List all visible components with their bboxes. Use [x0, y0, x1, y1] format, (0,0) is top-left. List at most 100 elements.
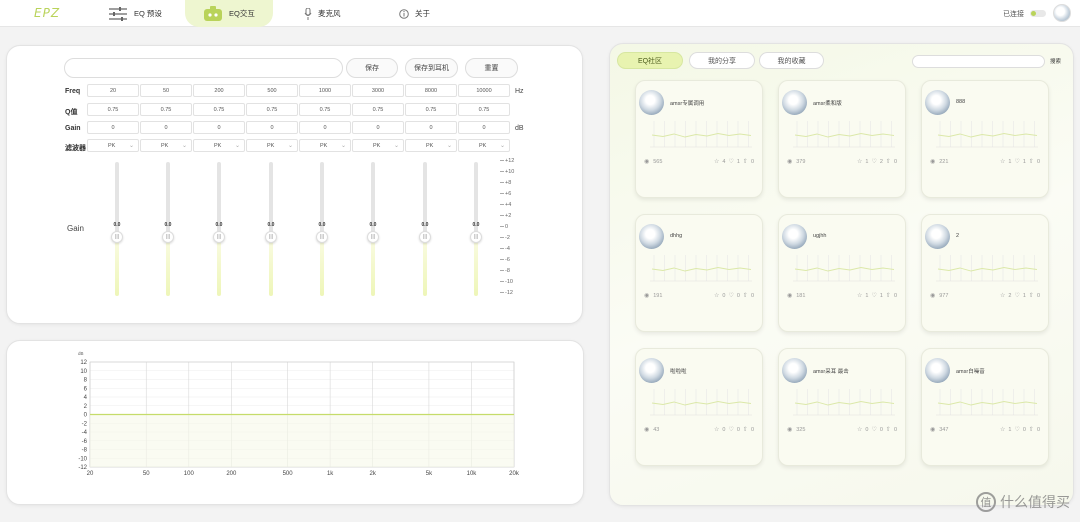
q-cell[interactable]: 0.75	[140, 103, 192, 116]
q-cell[interactable]: 0.75	[458, 103, 510, 116]
star-icon[interactable]: ☆	[714, 158, 719, 165]
gain-cell[interactable]: 0	[87, 121, 139, 134]
gain-cell[interactable]: 0	[246, 121, 298, 134]
star-icon[interactable]: ☆	[1000, 158, 1005, 165]
filter-select[interactable]: PK ⌄	[87, 139, 139, 152]
filter-select[interactable]: PK ⌄	[458, 139, 510, 152]
share-icon[interactable]: ⇧	[886, 426, 891, 433]
reset-button[interactable]: 重置	[465, 58, 518, 78]
gain-cell[interactable]: 0	[193, 121, 245, 134]
filter-select[interactable]: PK ⌄	[405, 139, 457, 152]
share-icon[interactable]: ⇧	[743, 426, 748, 433]
gain-cell[interactable]: 0	[405, 121, 457, 134]
heart-icon[interactable]: ♡	[728, 426, 733, 433]
filter-select[interactable]: PK ⌄	[246, 139, 298, 152]
slider-handle[interactable]: |||	[265, 231, 277, 243]
gain-slider[interactable]: 0.0 |||	[367, 162, 379, 296]
slider-handle[interactable]: |||	[162, 231, 174, 243]
chevron-down-icon: ⌄	[128, 143, 134, 149]
connection-toggle[interactable]	[1030, 10, 1046, 17]
gain-slider[interactable]: 0.0 |||	[111, 162, 123, 296]
slider-handle[interactable]: |||	[316, 231, 328, 243]
tab-my-favorites[interactable]: 我的收藏	[759, 52, 824, 69]
eq-share-card[interactable]: amsr白噪音 ◉ 347 ☆ 1 ♡ 0 ⇧ 0	[921, 348, 1049, 466]
save-to-device-button[interactable]: 保存到耳机	[405, 58, 458, 78]
search-button[interactable]: 搜索	[1050, 57, 1061, 65]
nav-eq-presets[interactable]: EQ 预设	[108, 0, 162, 27]
eq-share-card[interactable]: amsr柔和版 ◉ 379 ☆ 1 ♡ 2 ⇧ 0	[778, 80, 906, 198]
slider-handle[interactable]: |||	[111, 231, 123, 243]
filter-select[interactable]: PK ⌄	[140, 139, 192, 152]
freq-cell[interactable]: 20	[87, 84, 139, 97]
star-icon[interactable]: ☆	[857, 426, 862, 433]
freq-cell[interactable]: 8000	[405, 84, 457, 97]
heart-icon[interactable]: ♡	[1014, 426, 1019, 433]
share-icon[interactable]: ⇧	[886, 292, 891, 299]
nav-about[interactable]: 关于	[399, 0, 430, 27]
gain-slider[interactable]: 0.0 |||	[419, 162, 431, 296]
gain-slider[interactable]: 0.0 |||	[162, 162, 174, 296]
gain-slider[interactable]: 0.0 |||	[213, 162, 225, 296]
slider-handle[interactable]: |||	[419, 231, 431, 243]
heart-icon[interactable]: ♡	[728, 158, 733, 165]
freq-cell[interactable]: 1000	[299, 84, 351, 97]
tab-eq-community[interactable]: EQ社区	[617, 52, 683, 69]
filter-select[interactable]: PK ⌄	[299, 139, 351, 152]
star-icon[interactable]: ☆	[714, 426, 719, 433]
gain-slider[interactable]: 0.0 |||	[265, 162, 277, 296]
search-input[interactable]	[912, 55, 1045, 68]
share-icon[interactable]: ⇧	[1029, 158, 1034, 165]
heart-icon[interactable]: ♡	[1014, 158, 1019, 165]
q-cell[interactable]: 0.75	[193, 103, 245, 116]
q-cell[interactable]: 0.75	[405, 103, 457, 116]
freq-cell[interactable]: 500	[246, 84, 298, 97]
share-icon[interactable]: ⇧	[743, 292, 748, 299]
gain-cell[interactable]: 0	[352, 121, 404, 134]
gain-cell[interactable]: 0	[140, 121, 192, 134]
eq-share-card[interactable]: ugjhh ◉ 181 ☆ 1 ♡ 1 ⇧ 0	[778, 214, 906, 332]
gain-slider[interactable]: 0.0 |||	[316, 162, 328, 296]
star-icon[interactable]: ☆	[714, 292, 719, 299]
heart-icon[interactable]: ♡	[1014, 292, 1019, 299]
tab-my-shares[interactable]: 我的分享	[689, 52, 755, 69]
heart-icon[interactable]: ♡	[728, 292, 733, 299]
star-icon[interactable]: ☆	[857, 158, 862, 165]
q-cell[interactable]: 0.75	[246, 103, 298, 116]
freq-cell[interactable]: 3000	[352, 84, 404, 97]
share-icon[interactable]: ⇧	[1029, 292, 1034, 299]
eq-share-card[interactable]: 2 ◉ 977 ☆ 2 ♡ 1 ⇧ 0	[921, 214, 1049, 332]
nav-microphone[interactable]: 麦克风	[304, 0, 341, 27]
slider-handle[interactable]: |||	[213, 231, 225, 243]
q-cell[interactable]: 0.75	[299, 103, 351, 116]
eq-share-card[interactable]: 888 ◉ 221 ☆ 1 ♡ 1 ⇧ 0	[921, 80, 1049, 198]
freq-cell[interactable]: 10000	[458, 84, 510, 97]
heart-icon[interactable]: ♡	[871, 292, 876, 299]
filter-select[interactable]: PK ⌄	[352, 139, 404, 152]
save-button[interactable]: 保存	[346, 58, 398, 78]
nav-eq-interact[interactable]: EQ交互	[185, 0, 273, 27]
eq-share-card[interactable]: dhhg ◉ 191 ☆ 0 ♡ 0 ⇧ 0	[635, 214, 763, 332]
heart-icon[interactable]: ♡	[871, 158, 876, 165]
filter-select[interactable]: PK ⌄	[193, 139, 245, 152]
share-icon[interactable]: ⇧	[743, 158, 748, 165]
freq-cell[interactable]: 200	[193, 84, 245, 97]
eq-share-card[interactable]: amsr采耳 最击 ◉ 325 ☆ 0 ♡ 0 ⇧ 0	[778, 348, 906, 466]
gain-cell[interactable]: 0	[299, 121, 351, 134]
star-icon[interactable]: ☆	[1000, 426, 1005, 433]
star-icon[interactable]: ☆	[857, 292, 862, 299]
eq-share-card[interactable]: 啦啦啦 ◉ 43 ☆ 0 ♡ 0 ⇧ 0	[635, 348, 763, 466]
user-avatar[interactable]	[1053, 4, 1071, 22]
gain-cell[interactable]: 0	[458, 121, 510, 134]
q-cell[interactable]: 0.75	[87, 103, 139, 116]
slider-handle[interactable]: |||	[470, 231, 482, 243]
gain-slider[interactable]: 0.0 |||	[470, 162, 482, 296]
q-cell[interactable]: 0.75	[352, 103, 404, 116]
share-icon[interactable]: ⇧	[886, 158, 891, 165]
freq-cell[interactable]: 50	[140, 84, 192, 97]
slider-handle[interactable]: |||	[367, 231, 379, 243]
star-icon[interactable]: ☆	[1000, 292, 1005, 299]
eq-share-card[interactable]: amsr专属调用 ◉ 565 ☆ 4 ♡ 1 ⇧ 0	[635, 80, 763, 198]
share-icon[interactable]: ⇧	[1029, 426, 1034, 433]
eq-name-input[interactable]	[64, 58, 343, 78]
heart-icon[interactable]: ♡	[871, 426, 876, 433]
